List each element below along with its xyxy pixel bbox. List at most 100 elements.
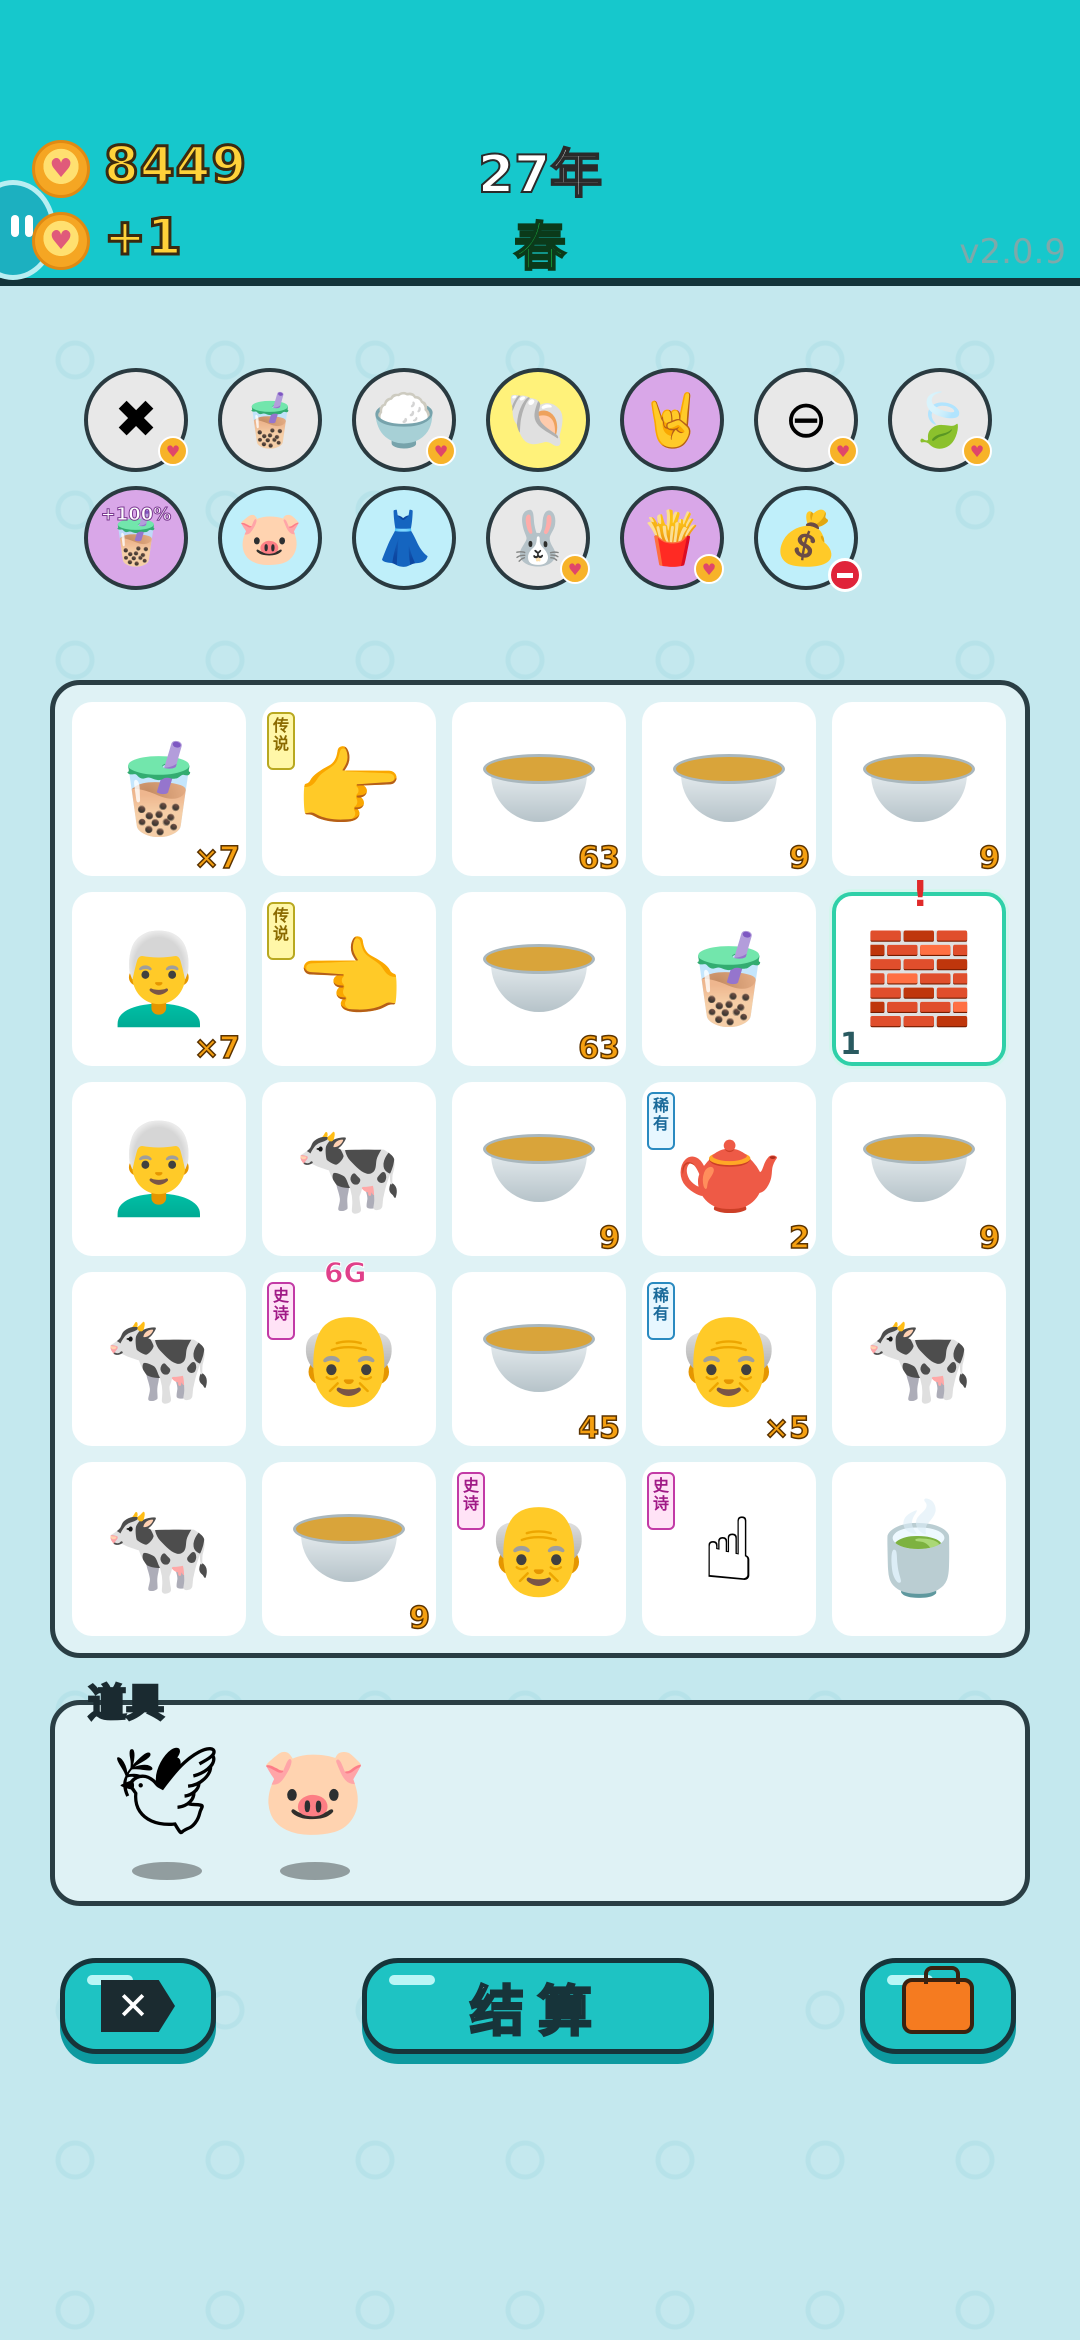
bald-man-face-icon: 👴 (294, 1307, 404, 1410)
board-cell[interactable]: ☝ 史诗 (642, 1462, 816, 1636)
board-cell[interactable]: 9 (832, 702, 1006, 877)
item-tag: 6G (323, 1256, 367, 1290)
board-cell[interactable]: 9 (452, 1082, 626, 1257)
teapot-icon: 🫖 (674, 1117, 784, 1220)
minus-icon (828, 558, 862, 592)
remove-button[interactable]: ✕ (60, 1958, 216, 2054)
gold-bars-icon: 🧱 (864, 927, 974, 1030)
rarity-badge: 稀有 (647, 1092, 675, 1150)
item-shadow (280, 1862, 350, 1880)
board-cell[interactable]: 👈 传说 (262, 892, 436, 1066)
board-cell[interactable]: 63 (452, 892, 626, 1067)
board-cell[interactable]: 🐄 (72, 1462, 246, 1636)
board-cell[interactable]: 🐄 (262, 1082, 436, 1256)
item-count: 9 (408, 1600, 430, 1637)
heart-icon: ♥ (962, 436, 992, 466)
cow-icon: 🐄 (104, 1307, 214, 1410)
board-cell[interactable]: 👴 史诗 (452, 1462, 626, 1636)
skirt-icon[interactable]: 👗 (352, 486, 456, 590)
pointing-finger-icon: ☝ (702, 1497, 756, 1601)
bubble-tea-plus-icon[interactable]: 🧋 +100% (84, 486, 188, 590)
item-count: 9 (788, 840, 810, 877)
rice-bowl-icon[interactable]: 🍚 ♥ (352, 368, 456, 472)
rarity-badge: 史诗 (647, 1472, 675, 1530)
cow-icon: 🐄 (864, 1307, 974, 1410)
board-cell[interactable]: 🫖 稀有 2 (642, 1082, 816, 1257)
rock-hand-icon[interactable]: 🤘 (620, 368, 724, 472)
bald-man-face-icon: 👴 (674, 1307, 784, 1410)
item-shadow (132, 1862, 202, 1880)
leaf-icon[interactable]: 🍃 ♥ (888, 368, 992, 472)
board-cell[interactable]: 🐄 (72, 1272, 246, 1446)
piggy-bank-icon[interactable]: 🐷 (260, 1740, 367, 1841)
bowl-icon (483, 1134, 595, 1204)
alert-icon: ! (912, 874, 929, 915)
board-cell[interactable]: 👨‍🦳 ×7 (72, 892, 246, 1067)
item-count: 9 (978, 840, 1000, 877)
board-cell[interactable]: 45 (452, 1272, 626, 1447)
rabbit-icon[interactable]: 🐰 ♥ (486, 486, 590, 590)
inventory-button[interactable] (860, 1958, 1016, 2054)
rarity-badge: 传说 (267, 712, 295, 770)
item-count: 2 (788, 1220, 810, 1257)
board-cell[interactable]: 🧱 1! (832, 874, 1006, 1066)
board-cell[interactable]: 👉 传说 (262, 702, 436, 876)
fries-icon[interactable]: 🍟 ♥ (620, 486, 724, 590)
pointing-hand-icon: 👈 (294, 927, 404, 1030)
bird-icon[interactable]: 🕊 (112, 1740, 221, 1841)
bowl-icon (483, 944, 595, 1014)
bubble-tea-lid-icon[interactable]: 🧋 (218, 368, 322, 472)
bubble-tea-icon: 🧋 (104, 737, 214, 840)
rarity-badge: 史诗 (267, 1282, 295, 1340)
item-count: 63 (578, 1030, 621, 1067)
board-cell[interactable]: 👨‍🦳 (72, 1082, 246, 1256)
board-cell[interactable]: 🍵 (832, 1462, 1006, 1636)
board-cell[interactable]: 63 (452, 702, 626, 877)
pointing-hand-icon: 👉 (294, 737, 404, 840)
board-cell[interactable]: 👴 稀有 ×5 (642, 1272, 816, 1447)
bowl-icon (673, 754, 785, 824)
rarity-badge: 稀有 (647, 1282, 675, 1340)
item-count: ×7 (193, 840, 241, 877)
cow-icon: 🐄 (294, 1117, 404, 1220)
board-cell[interactable]: 🐄 (832, 1272, 1006, 1446)
rarity-badge: 传说 (267, 902, 295, 960)
bag-icon[interactable]: 💰 (754, 486, 862, 592)
remove-tag-icon: ✕ (101, 1980, 175, 2032)
bubble-tea-icon: 🧋 (674, 927, 784, 1030)
remove-tag-icon[interactable]: ✖ ♥ (84, 368, 188, 472)
old-man-face-icon: 👨‍🦳 (104, 927, 214, 1030)
bowl-icon (483, 1324, 595, 1394)
heart-icon: ♥ (828, 436, 858, 466)
item-count: ×7 (193, 1030, 241, 1067)
board-cell[interactable]: 🧋 ×7 (72, 702, 246, 877)
item-count: 45 (578, 1410, 621, 1447)
shell-icon[interactable]: 🐚 (486, 368, 590, 472)
board-cell[interactable]: 9 (642, 702, 816, 877)
bonus-tag: +100% (100, 504, 172, 526)
board-cell[interactable]: 🧋 (642, 892, 816, 1066)
bowl-icon (863, 754, 975, 824)
minus-circle-icon[interactable]: ⊖ ♥ (754, 368, 858, 472)
piggy-bank-icon[interactable]: 🐷 (218, 486, 322, 590)
bowl-icon (483, 754, 595, 824)
settle-button[interactable]: 结算 (362, 1958, 714, 2054)
bald-man-face-icon: 👴 (484, 1497, 594, 1600)
item-count: 9 (978, 1220, 1000, 1257)
bowl-icon (293, 1514, 405, 1584)
tea-bag-icon: 🍵 (864, 1497, 974, 1600)
bowl-icon (863, 1134, 975, 1204)
version-label: v2.0.9 (959, 232, 1066, 272)
item-count: ×5 (763, 1410, 811, 1447)
settle-label: 结算 (469, 1978, 606, 2044)
heart-icon: ♥ (426, 436, 456, 466)
board-cell[interactable]: 9 (832, 1082, 1006, 1257)
cow-icon: 🐄 (104, 1497, 214, 1600)
board-cell[interactable]: 👴 史诗 6G (262, 1256, 436, 1446)
heart-icon: ♥ (694, 554, 724, 584)
item-count: 63 (578, 840, 621, 877)
year-label: 27年 (477, 144, 603, 206)
board-cell[interactable]: 9 (262, 1462, 436, 1637)
old-man-face-icon: 👨‍🦳 (104, 1117, 214, 1220)
item-count: 9 (598, 1220, 620, 1257)
